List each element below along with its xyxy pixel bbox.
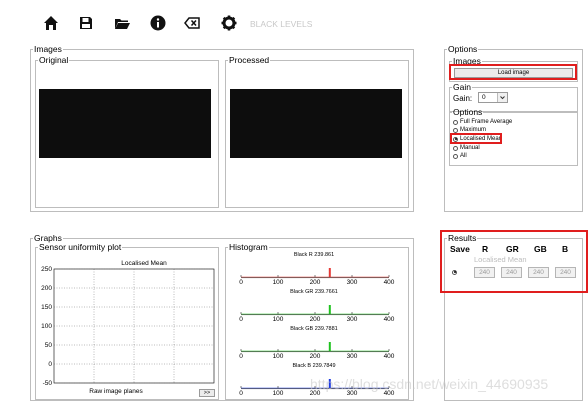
y-tick-label: 200 — [41, 285, 52, 292]
watermark-text: https://blog.csdn.net/weixin_44690935 — [310, 376, 549, 392]
radio-selected-icon — [452, 269, 457, 275]
histogram-peak-bar — [328, 305, 331, 314]
x-tick-label: 200 — [310, 316, 321, 323]
x-tick-label: 0 — [239, 316, 243, 323]
results-header-r: R — [482, 244, 489, 254]
x-tick-label: 0 — [239, 279, 243, 286]
original-image — [39, 89, 211, 158]
uniformity-chart: Localised Mean 250 200 150 100 50 0 -50 Raw im… — [41, 260, 215, 395]
backspace-icon[interactable] — [183, 14, 201, 32]
processed-image — [230, 89, 402, 158]
x-tick-label: 100 — [273, 353, 284, 360]
histogram-subplot-title: Black GB 239.7881 — [290, 326, 337, 332]
result-b-value: 240 — [555, 267, 576, 278]
original-title: Original — [39, 55, 69, 65]
uniformity-title: Sensor uniformity plot — [39, 242, 122, 252]
info-icon[interactable] — [149, 14, 167, 32]
y-tick-label: -50 — [43, 380, 53, 387]
x-tick-label: 300 — [347, 353, 358, 360]
save-icon[interactable] — [77, 14, 95, 32]
radio-icon — [453, 119, 458, 125]
y-tick-label: 100 — [41, 323, 52, 330]
histogram-subplot-title: Black GR 239.7661 — [290, 289, 338, 295]
uniformity-xlabel: Raw image planes — [89, 388, 143, 395]
result-gb-value: 240 — [528, 267, 549, 278]
save-radio[interactable] — [452, 268, 459, 276]
uniformity-plot-title: Localised Mean — [121, 260, 167, 267]
x-tick-label: 0 — [239, 390, 243, 397]
x-tick-label: 400 — [384, 316, 395, 323]
gain-value: 0 — [482, 94, 486, 101]
histogram-peak-bar — [328, 268, 331, 277]
open-folder-icon[interactable] — [113, 14, 131, 32]
result-r-value: 240 — [474, 267, 495, 278]
x-tick-label: 200 — [310, 353, 321, 360]
processed-title: Processed — [229, 55, 270, 65]
x-tick-label: 300 — [347, 316, 358, 323]
x-tick-label: 400 — [384, 353, 395, 360]
results-mode-label: Localised Mean — [474, 255, 527, 264]
x-tick-label: 100 — [273, 279, 284, 286]
load-image-highlight — [449, 64, 577, 80]
radio-icon — [453, 127, 458, 133]
option-label: Full Frame Average — [460, 119, 513, 125]
result-gr-value: 240 — [501, 267, 522, 278]
option-manual[interactable]: Manual — [453, 144, 480, 152]
results-header-save: Save — [450, 244, 470, 254]
gain-label: Gain: — [453, 94, 473, 103]
results-header-gb: GB — [534, 244, 547, 254]
x-tick-label: 400 — [384, 279, 395, 286]
histogram-peak-bar — [328, 342, 331, 351]
images-panel-title: Images — [34, 44, 62, 54]
x-tick-label: 300 — [347, 279, 358, 286]
histogram-subplot-title: Black R 239.861 — [294, 252, 334, 258]
radio-icon — [453, 153, 458, 159]
mode-options-title: Options — [453, 107, 483, 117]
option-full-frame-average[interactable]: Full Frame Average — [453, 118, 512, 126]
option-all[interactable]: All — [453, 152, 467, 160]
radio-icon — [453, 145, 458, 151]
y-tick-label: 0 — [48, 361, 52, 368]
home-icon[interactable] — [42, 14, 60, 32]
histogram-subplot-title: Black B 239.7849 — [292, 363, 335, 369]
y-tick-label: 150 — [41, 304, 52, 311]
y-tick-label: 250 — [41, 266, 52, 273]
x-tick-label: 100 — [273, 390, 284, 397]
chevron-down-icon — [497, 93, 507, 102]
gain-title: Gain — [453, 82, 471, 92]
gear-icon[interactable] — [220, 14, 238, 32]
next-plane-button[interactable]: >> — [199, 389, 215, 397]
results-header-b: B — [562, 244, 569, 254]
options-panel-title: Options — [448, 44, 478, 54]
gain-select[interactable]: 0 — [478, 92, 508, 103]
option-label: All — [460, 153, 467, 159]
x-tick-label: 0 — [239, 353, 243, 360]
localised-mean-highlight — [450, 133, 502, 144]
x-tick-label: 200 — [310, 279, 321, 286]
results-header-gr: GR — [506, 244, 519, 254]
option-label: Manual — [460, 145, 480, 151]
app-title: BLACK LEVELS — [250, 19, 313, 29]
y-tick-label: 50 — [45, 342, 53, 349]
x-tick-label: 100 — [273, 316, 284, 323]
